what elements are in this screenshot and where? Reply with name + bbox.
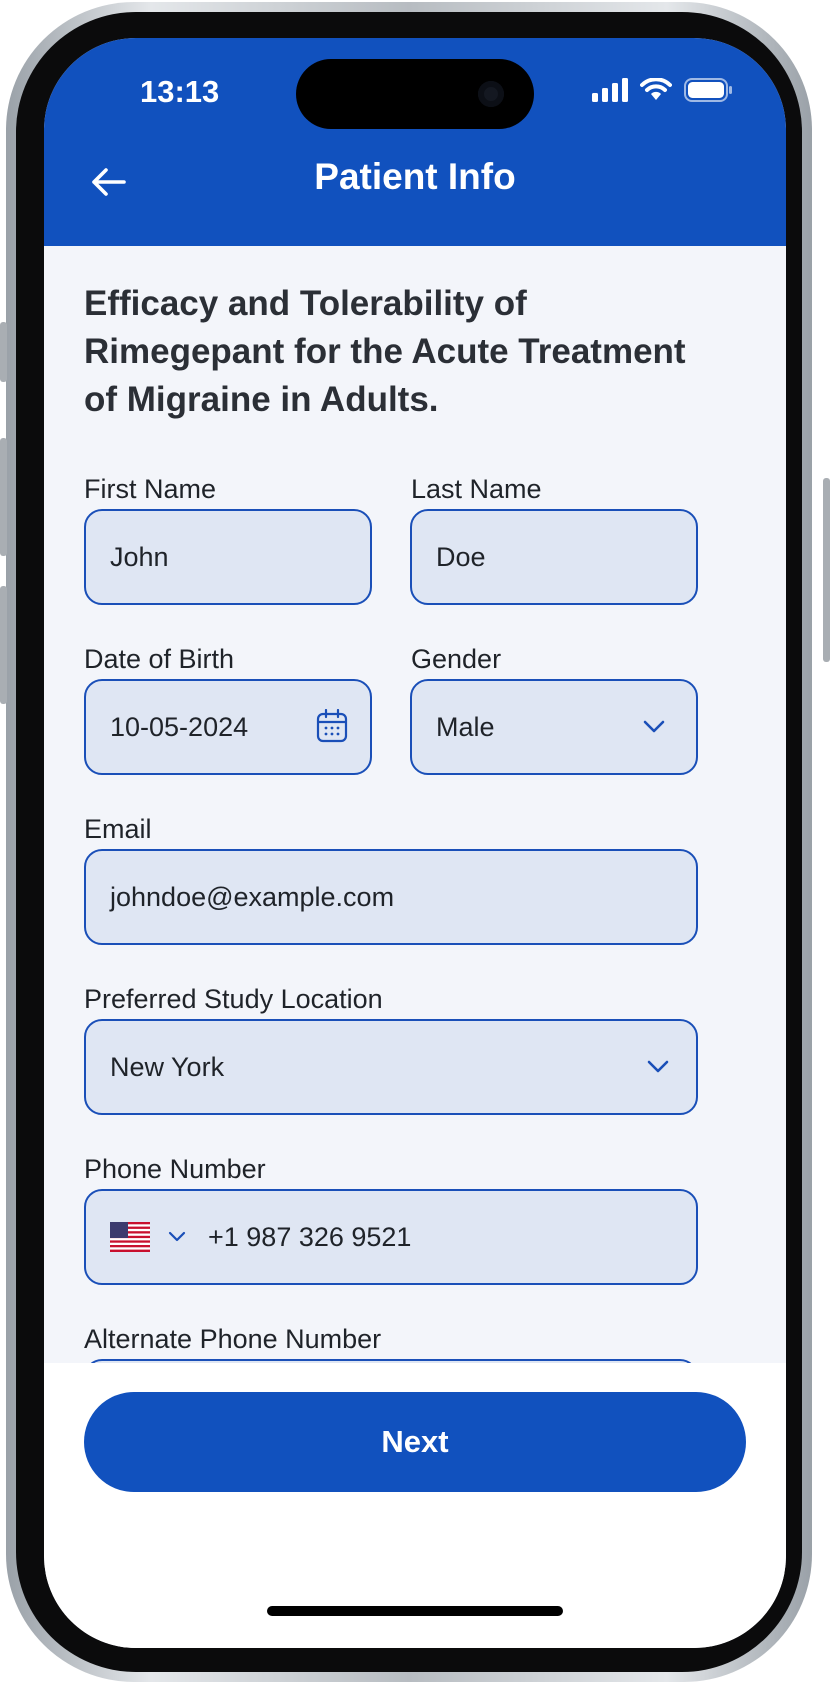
gender-select[interactable]: Male [410, 679, 698, 775]
first-name-value: John [110, 541, 169, 572]
last-name-label: Last Name [411, 474, 542, 504]
camera-icon [478, 81, 504, 107]
phone-field[interactable]: +1 987 326 9521 [84, 1189, 698, 1285]
gender-value: Male [436, 711, 495, 742]
home-indicator [267, 1606, 563, 1616]
location-select[interactable]: New York [84, 1019, 698, 1115]
first-name-field[interactable]: John [84, 509, 372, 605]
last-name-value: Doe [436, 541, 486, 572]
dynamic-island [296, 59, 534, 129]
power-button [823, 478, 830, 662]
location-value: New York [110, 1051, 225, 1082]
dob-label: Date of Birth [84, 644, 235, 674]
email-label: Email [84, 814, 152, 844]
next-button[interactable]: Next [84, 1392, 746, 1492]
chevron-down-icon[interactable] [168, 1231, 186, 1243]
email-value: johndoe@example.com [110, 881, 395, 912]
first-name-label: First Name [84, 474, 217, 504]
chevron-down-icon [647, 1060, 669, 1073]
screen: 13:13 Patient Info Efficacy and Tolerabi… [44, 38, 786, 1648]
page-title: Patient Info [314, 156, 516, 197]
email-field[interactable]: johndoe@example.com [84, 849, 698, 945]
phone-label: Phone Number [84, 1154, 266, 1184]
alt-phone-label: Alternate Phone Number [84, 1324, 382, 1354]
app-header: 13:13 Patient Info [44, 38, 786, 246]
chevron-down-icon [643, 720, 665, 733]
battery-icon [684, 78, 732, 102]
calendar-icon[interactable] [316, 709, 348, 743]
location-label: Preferred Study Location [84, 984, 383, 1014]
status-icons [592, 78, 734, 102]
phone-value: +1 987 326 9521 [208, 1221, 412, 1252]
dob-field[interactable]: 10-05-2024 [84, 679, 372, 775]
dob-value: 10-05-2024 [110, 711, 249, 742]
wifi-icon [640, 78, 672, 100]
form-content[interactable]: Efficacy and Tolerability of Rimegepant … [84, 246, 746, 1501]
volume-down-button [0, 586, 7, 704]
action-button [0, 322, 7, 382]
study-title: Efficacy and Tolerability of Rimegepant … [84, 284, 686, 419]
volume-up-button [0, 438, 7, 556]
us-flag-icon[interactable] [110, 1222, 150, 1252]
status-time: 13:13 [140, 74, 220, 109]
signal-icon [592, 78, 628, 102]
last-name-field[interactable]: Doe [410, 509, 698, 605]
gender-label: Gender [411, 644, 502, 674]
